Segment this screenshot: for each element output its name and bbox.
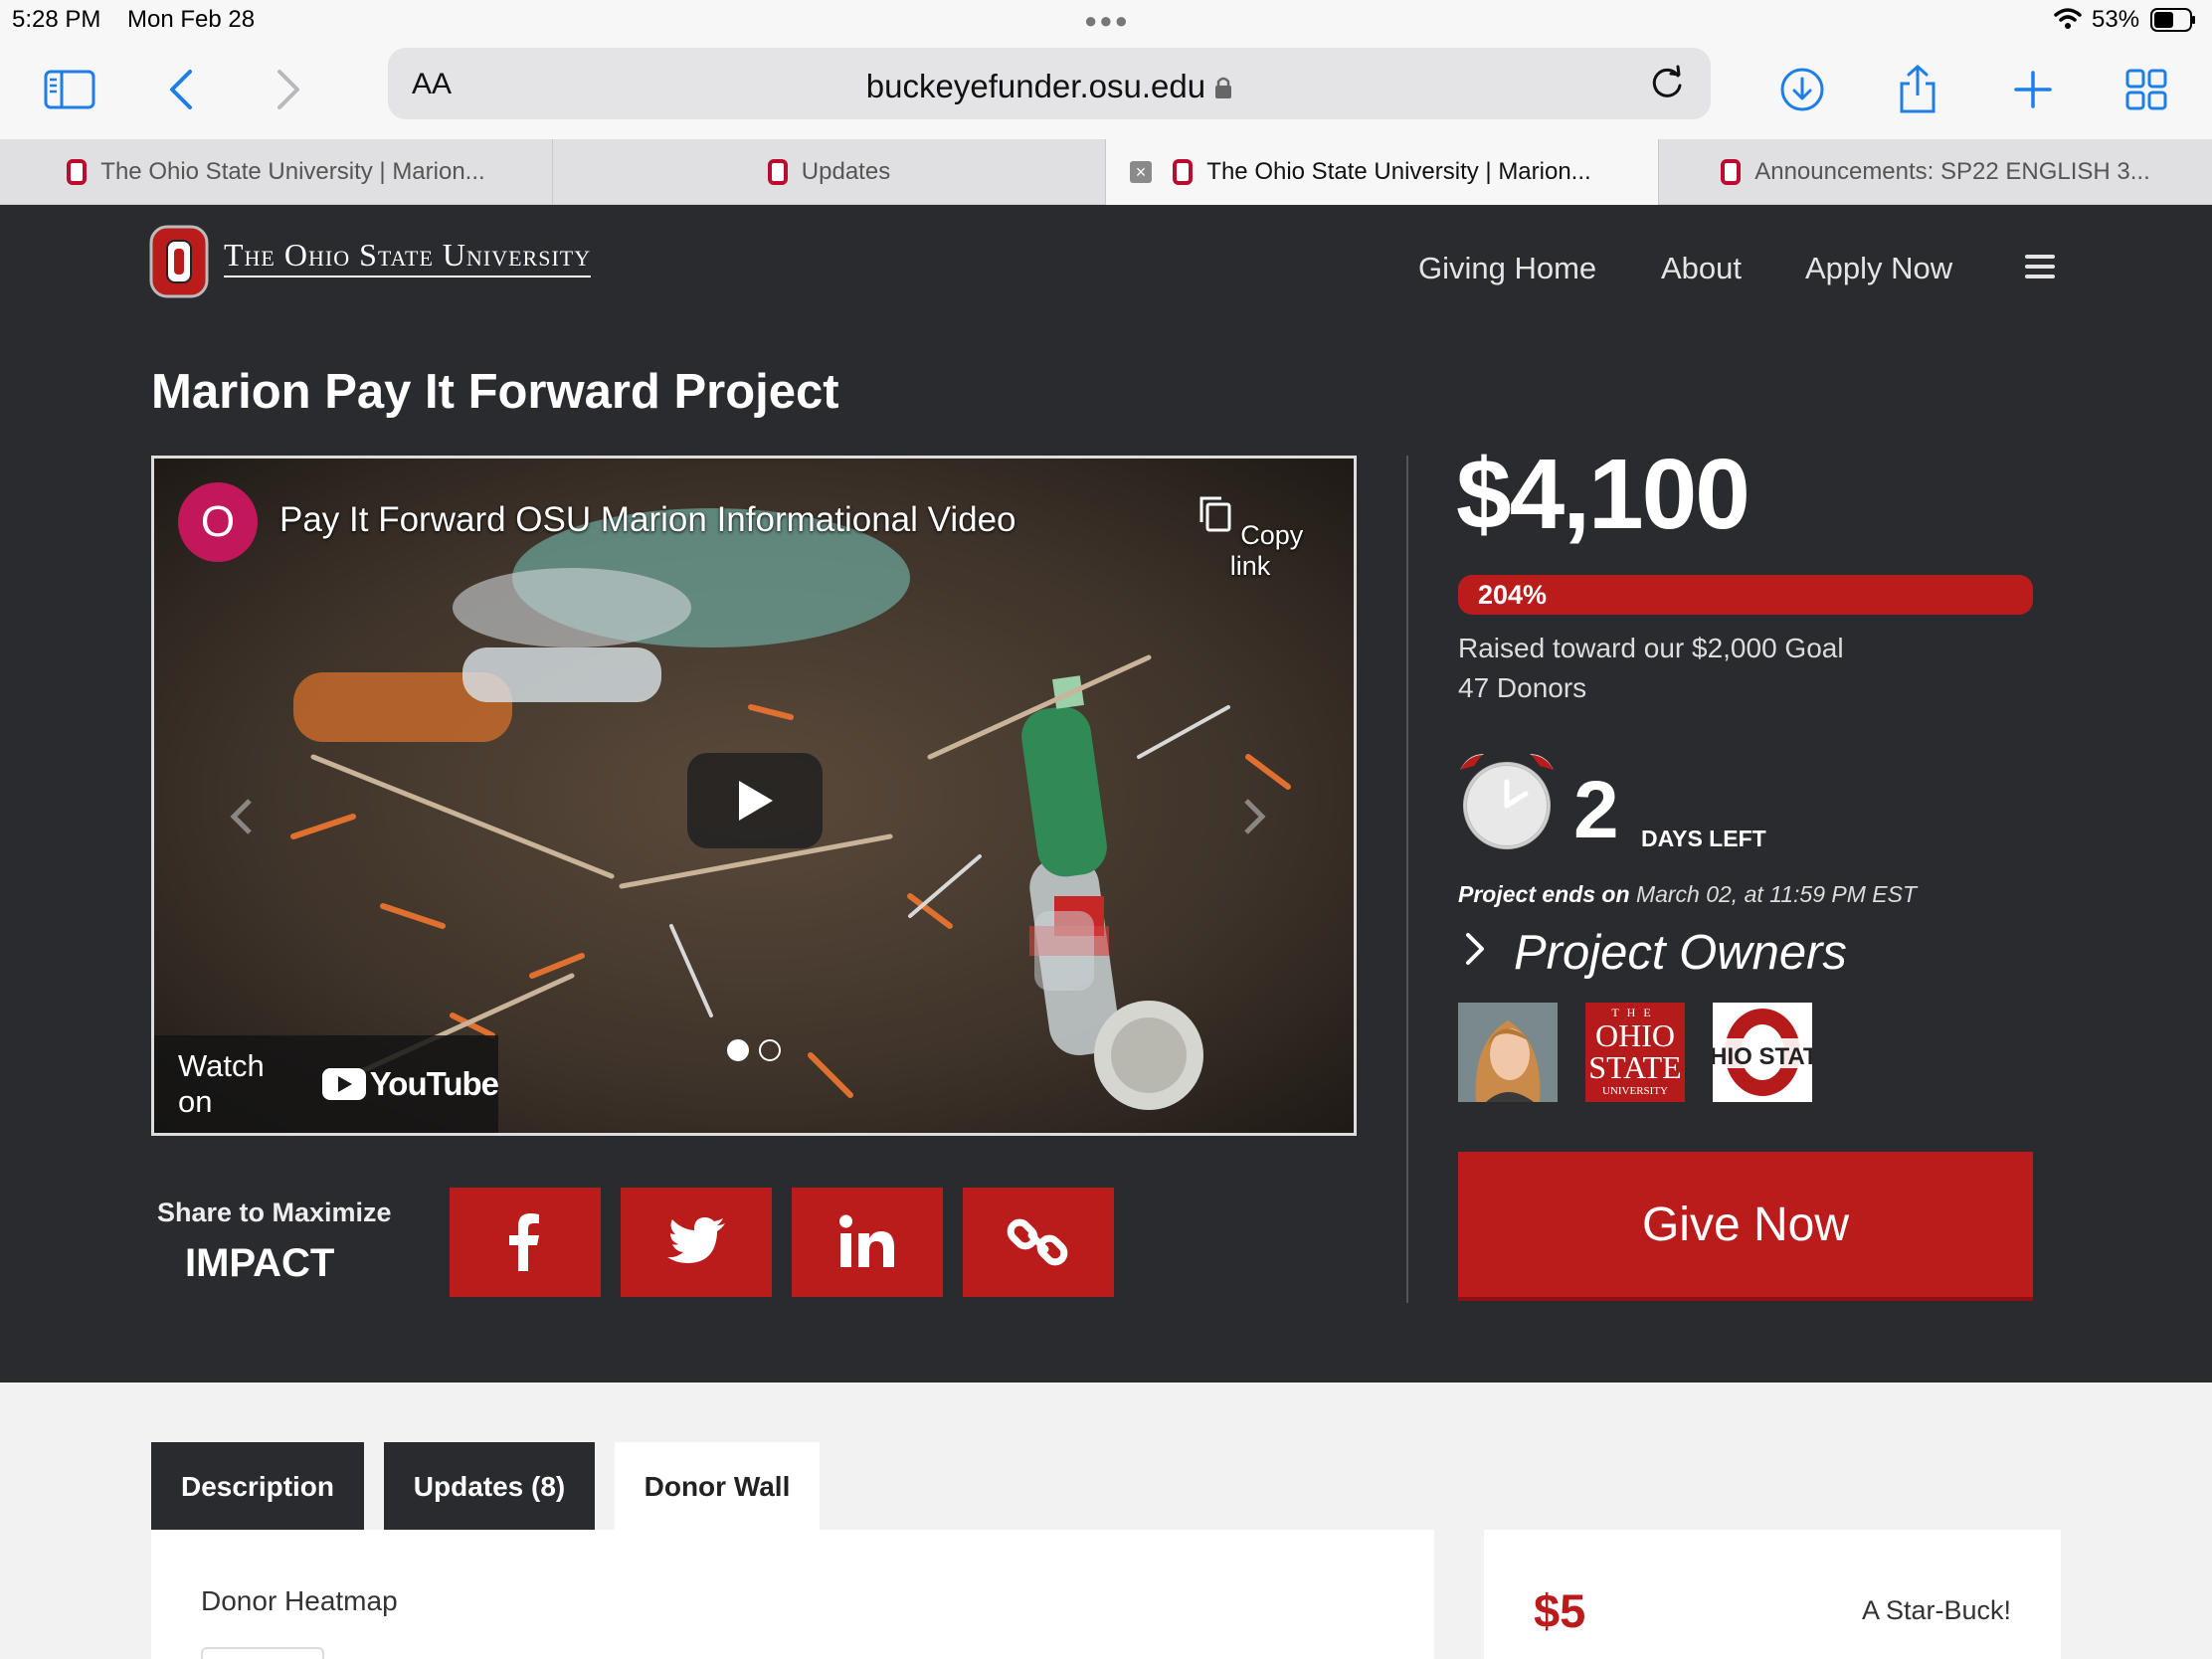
svg-text:OHIO STATE: OHIO STATE xyxy=(1713,1043,1812,1070)
share-icon[interactable] xyxy=(1890,62,1945,117)
nav-apply-now[interactable]: Apply Now xyxy=(1805,251,1952,286)
raised-amount: $4,100 xyxy=(1456,439,1751,550)
page-title: Marion Pay It Forward Project xyxy=(151,365,839,419)
chevron-right-icon[interactable] xyxy=(1460,929,1490,969)
carousel-dot[interactable] xyxy=(727,1039,749,1061)
project-end-date: Project ends on March 02, at 11:59 PM ES… xyxy=(1458,881,1918,907)
multitasking-dots-icon[interactable]: ●●● xyxy=(1084,8,1130,34)
watch-on-youtube-button[interactable]: Watch on YouTube xyxy=(154,1035,499,1133)
donor-heatmap-control[interactable] xyxy=(201,1647,324,1659)
donor-heatmap-label: Donor Heatmap xyxy=(201,1585,398,1616)
youtube-play-icon xyxy=(321,1068,366,1100)
status-date: Mon Feb 28 xyxy=(127,6,256,33)
goal-text: Raised toward our $2,000 Goal xyxy=(1458,633,1844,663)
share-facebook-button[interactable] xyxy=(450,1188,601,1297)
carousel-next-icon[interactable] xyxy=(1234,797,1274,836)
tab-donor-wall[interactable]: Donor Wall xyxy=(615,1442,820,1532)
osu-block-o-logo[interactable] xyxy=(149,225,209,298)
browser-tab-title: The Ohio State University | Marion... xyxy=(1206,158,1591,185)
copy-link-label: Copy link xyxy=(1229,520,1304,581)
browser-tab-title: The Ohio State University | Marion... xyxy=(100,158,485,185)
nav-about[interactable]: About xyxy=(1661,251,1742,286)
sidebar-icon[interactable] xyxy=(42,62,97,117)
browser-tab-title: Updates xyxy=(801,158,891,185)
osu-favicon-icon xyxy=(767,159,788,185)
carousel-dots xyxy=(727,1039,781,1061)
owner-avatar-person[interactable] xyxy=(1458,1003,1558,1102)
svg-text:UNIVERSITY: UNIVERSITY xyxy=(1602,1085,1668,1097)
share-impact-label: IMPACT xyxy=(185,1241,335,1285)
owner-avatar-ohio-state-wordmark[interactable]: THE OHIO STATE UNIVERSITY xyxy=(1585,1003,1685,1102)
share-label: Share to Maximize xyxy=(157,1198,392,1227)
linkedin-icon xyxy=(839,1214,894,1267)
forward-icon[interactable] xyxy=(261,62,316,117)
back-icon[interactable] xyxy=(153,62,209,117)
project-hero: The Ohio State University Giving Home Ab… xyxy=(0,205,2212,1382)
alarm-clock-icon xyxy=(1460,754,1554,849)
copy-link-share-button[interactable] xyxy=(963,1188,1114,1297)
battery-percent: 53% xyxy=(2092,6,2140,33)
browser-toolbar: AA buckeyefunder.osu.edu xyxy=(0,40,2212,139)
carousel-prev-icon[interactable] xyxy=(222,797,262,836)
link-icon xyxy=(1007,1218,1068,1266)
vertical-divider xyxy=(1406,456,1408,1303)
status-bar: 5:28 PM Mon Feb 28 ●●● 53% xyxy=(0,0,2212,40)
play-button[interactable] xyxy=(687,753,823,848)
video-title[interactable]: Pay It Forward OSU Marion Informational … xyxy=(279,500,1016,540)
project-owners-heading[interactable]: Project Owners xyxy=(1514,925,1847,981)
tab-updates[interactable]: Updates (8) xyxy=(384,1442,595,1532)
donor-wall-panel: Donor Heatmap xyxy=(151,1530,1434,1659)
share-linkedin-button[interactable] xyxy=(792,1188,943,1297)
url-text: buckeyefunder.osu.edu xyxy=(388,68,1711,105)
browser-tab-active[interactable]: × The Ohio State University | Marion... xyxy=(1106,139,1659,205)
osu-favicon-icon xyxy=(1721,159,1742,185)
reward-name: A Star-Buck! xyxy=(1861,1595,2011,1625)
browser-tab[interactable]: Announcements: SP22 ENGLISH 3... xyxy=(1659,139,2212,205)
youtube-logo: YouTube xyxy=(321,1065,499,1103)
give-now-button[interactable]: Give Now xyxy=(1458,1152,2033,1301)
svg-text:OHIO: OHIO xyxy=(1595,1017,1675,1053)
tab-overview-icon[interactable] xyxy=(2119,62,2174,117)
browser-tab[interactable]: Updates xyxy=(553,139,1106,205)
reward-card[interactable]: $5 A Star-Buck! xyxy=(1484,1530,2061,1659)
hamburger-menu-icon[interactable] xyxy=(2025,255,2055,280)
new-tab-icon[interactable] xyxy=(2005,62,2061,117)
funding-progress-bar: 204% xyxy=(1458,575,2033,615)
channel-avatar[interactable]: O xyxy=(178,482,258,562)
video-player[interactable]: O Pay It Forward OSU Marion Informationa… xyxy=(151,456,1357,1136)
osu-wordmark[interactable]: The Ohio State University xyxy=(224,237,592,277)
share-twitter-button[interactable] xyxy=(621,1188,772,1297)
lock-icon xyxy=(1215,77,1232,98)
copy-icon xyxy=(1199,496,1231,532)
osu-favicon-icon xyxy=(1173,159,1194,185)
carousel-dot[interactable] xyxy=(759,1039,781,1061)
funding-percent: 204% xyxy=(1478,580,1548,610)
browser-tab[interactable]: The Ohio State University | Marion... xyxy=(0,139,553,205)
browser-tab-strip: The Ohio State University | Marion... Up… xyxy=(0,139,2212,205)
donors-count: 47 Donors xyxy=(1458,672,1587,703)
wifi-icon xyxy=(2054,8,2082,29)
browser-tab-title: Announcements: SP22 ENGLISH 3... xyxy=(1754,158,2150,185)
reload-icon[interactable] xyxy=(1645,62,1689,105)
play-icon xyxy=(739,781,773,821)
download-icon[interactable] xyxy=(1774,62,1830,117)
twitter-icon xyxy=(667,1217,725,1263)
status-time: 5:28 PM xyxy=(12,6,101,33)
days-left-number: 2 xyxy=(1573,765,1619,855)
days-left-label: DAYS LEFT xyxy=(1641,826,1766,851)
copy-link-button[interactable]: Copy link xyxy=(1191,494,1310,582)
svg-text:STATE: STATE xyxy=(1588,1049,1681,1085)
battery-icon xyxy=(2150,8,2195,32)
close-tab-icon[interactable]: × xyxy=(1130,161,1152,183)
osu-favicon-icon xyxy=(67,159,88,185)
watch-on-label: Watch on xyxy=(178,1048,265,1119)
nav-giving-home[interactable]: Giving Home xyxy=(1418,251,1596,286)
facebook-icon xyxy=(509,1213,539,1271)
reward-amount: $5 xyxy=(1534,1584,1586,1637)
address-bar[interactable]: AA buckeyefunder.osu.edu xyxy=(388,48,1711,119)
owner-avatar-block-o-logo[interactable]: OHIO STATE xyxy=(1713,1003,1812,1102)
tab-description[interactable]: Description xyxy=(151,1442,364,1532)
